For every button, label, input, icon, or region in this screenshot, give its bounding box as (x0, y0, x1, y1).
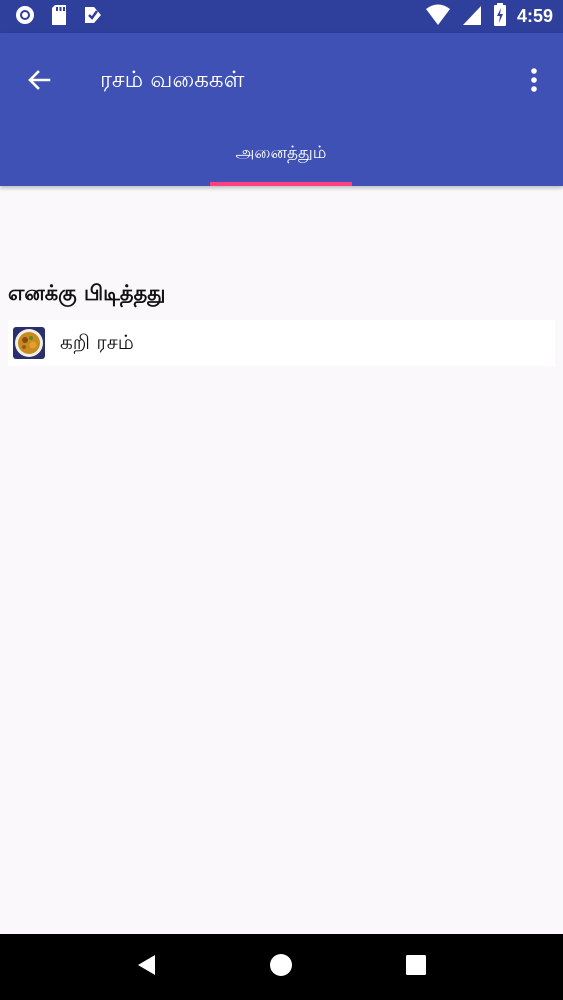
more-vert-icon (530, 67, 538, 97)
list-item-label: கறி ரசம் (60, 329, 134, 354)
nav-recents-button[interactable] (391, 942, 441, 992)
navigation-bar (0, 934, 563, 1000)
page-title: ரசம் வகைகள் (100, 67, 245, 93)
nav-back-icon (135, 953, 159, 981)
sd-card-icon (50, 4, 68, 30)
nav-recents-icon (405, 954, 427, 980)
sync-icon (14, 4, 36, 30)
nav-back-button[interactable] (122, 942, 172, 992)
list-item[interactable]: கறி ரசம் (8, 320, 555, 366)
tab-indicator (210, 182, 352, 186)
battery-charging-icon (493, 2, 507, 31)
section-title: எனக்கு பிடித்தது (8, 281, 166, 305)
dish-thumbnail (13, 327, 45, 359)
nav-home-icon (269, 953, 293, 981)
tab-all[interactable]: அனைத்தும் (210, 129, 352, 186)
status-left-icons (14, 4, 104, 30)
arrow-back-icon (26, 67, 52, 97)
status-bar: 4:59 (0, 0, 563, 33)
status-time: 4:59 (516, 6, 553, 26)
wifi-icon (425, 4, 451, 30)
overflow-menu-button[interactable] (519, 61, 549, 103)
nav-home-button[interactable] (256, 942, 306, 992)
app-bar: ரசம் வகைகள் அனைத்தும் (0, 33, 563, 186)
signal-icon (461, 4, 483, 30)
task-check-icon (82, 4, 104, 30)
back-button[interactable] (18, 61, 60, 103)
status-right-icons: 4:59 (425, 2, 553, 31)
tab-all-label: அனைத்தும் (235, 143, 327, 163)
